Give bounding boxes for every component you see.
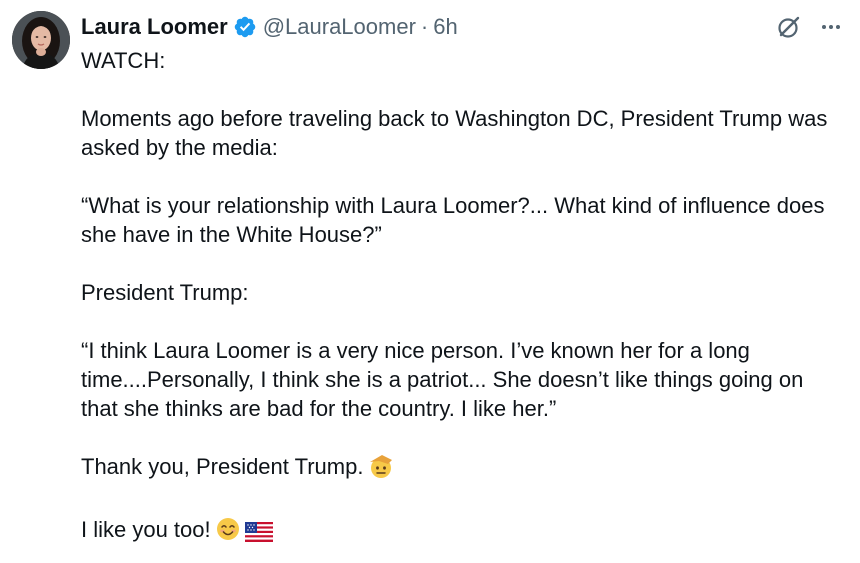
tweet-paragraph-text: Thank you, President Trump. [81, 454, 364, 479]
avatar[interactable] [12, 11, 70, 69]
tweet-paragraph: WATCH: [81, 48, 166, 73]
tweet-header: Laura Loomer @LauraLoomer · 6h [81, 12, 458, 42]
smiling-face-emoji [215, 516, 241, 549]
tweet-paragraph-closing: I like you too! [81, 515, 846, 549]
tweet-paragraph: President Trump: [81, 280, 249, 305]
tweet-paragraph: “I think Laura Loomer is a very nice per… [81, 338, 804, 421]
tweet-paragraph: “What is your relationship with Laura Lo… [81, 193, 825, 247]
avatar-image [12, 11, 70, 69]
saluting-face-emoji [367, 453, 395, 486]
tweet-paragraph: Moments ago before traveling back to Was… [81, 106, 828, 160]
verified-badge-icon [233, 15, 257, 39]
author-handle[interactable]: @LauraLoomer [263, 13, 416, 41]
tweet-paragraph-thanks: Thank you, President Trump. [81, 452, 846, 486]
us-flag-emoji [244, 520, 273, 549]
tweet-paragraph-text: I like you too! [81, 517, 211, 542]
timestamp[interactable]: 6h [433, 13, 457, 41]
separator-dot: · [420, 14, 429, 39]
tweet: Laura Loomer @LauraLoomer · 6h WATCH: Mo… [0, 0, 860, 563]
author-name[interactable]: Laura Loomer [81, 13, 228, 41]
tweet-body: WATCH: Moments ago before traveling back… [81, 46, 846, 549]
top-actions [774, 12, 846, 42]
grok-icon[interactable] [774, 12, 804, 42]
more-icon[interactable] [816, 12, 846, 42]
